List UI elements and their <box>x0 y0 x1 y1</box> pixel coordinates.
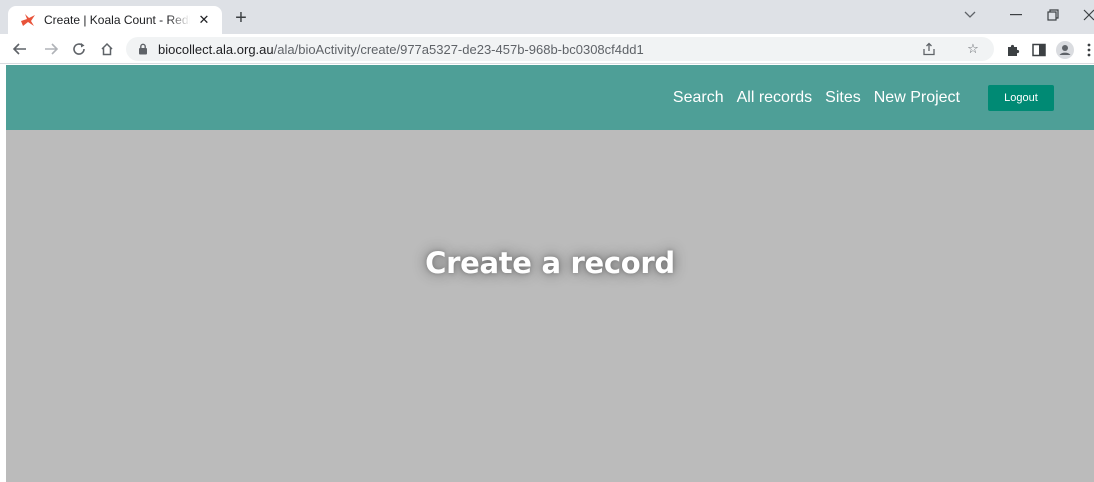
tab-strip: Create | Koala Count - Redlands | Bi ✕ + <box>0 0 1094 34</box>
lock-icon[interactable] <box>136 42 150 56</box>
site-header: Search All records Sites New Project Log… <box>6 65 1094 130</box>
nav-new-project-link[interactable]: New Project <box>874 89 960 107</box>
site-nav: Search All records Sites New Project <box>660 65 960 130</box>
browser-toolbar: biocollect.ala.org.au/ala/bioActivity/cr… <box>0 34 1094 64</box>
tab-search-icon[interactable] <box>957 4 983 26</box>
tab-title: Create | Koala Count - Redlands | Bi <box>44 13 190 27</box>
ala-bird-icon <box>20 12 36 28</box>
reload-icon[interactable] <box>68 38 90 60</box>
page-title: Create a record <box>425 246 675 280</box>
address-bar[interactable]: biocollect.ala.org.au/ala/bioActivity/cr… <box>126 37 994 61</box>
nav-sites-link[interactable]: Sites <box>825 89 861 107</box>
web-page: Search All records Sites New Project Log… <box>6 65 1094 482</box>
bookmark-star-icon[interactable]: ☆ <box>964 41 982 57</box>
restore-button[interactable] <box>1040 4 1066 26</box>
logout-button[interactable]: Logout <box>988 85 1054 111</box>
tab-close-icon[interactable]: ✕ <box>196 12 212 28</box>
new-tab-button[interactable]: + <box>230 7 252 29</box>
forward-icon[interactable] <box>40 38 62 60</box>
browser-tab-active[interactable]: Create | Koala Count - Redlands | Bi ✕ <box>8 6 222 34</box>
nav-all-records-link[interactable]: All records <box>737 89 813 107</box>
url-host: biocollect.ala.org.au <box>158 41 274 57</box>
close-window-button[interactable] <box>1076 4 1094 26</box>
home-icon[interactable] <box>96 38 118 60</box>
hero-banner: Create a record <box>6 130 1094 482</box>
side-panel-icon[interactable] <box>1030 41 1048 59</box>
browser-menu-icon[interactable] <box>1084 41 1094 59</box>
profile-icon[interactable] <box>1056 41 1074 59</box>
share-icon[interactable] <box>920 41 938 57</box>
puzzle-icon[interactable] <box>1004 41 1022 59</box>
url-text[interactable]: biocollect.ala.org.au/ala/bioActivity/cr… <box>158 42 644 57</box>
back-icon[interactable] <box>9 38 31 60</box>
url-path: /ala/bioActivity/create/977a5327-de23-45… <box>273 41 644 57</box>
nav-search-link[interactable]: Search <box>673 89 724 107</box>
minimize-button[interactable] <box>1003 4 1029 26</box>
